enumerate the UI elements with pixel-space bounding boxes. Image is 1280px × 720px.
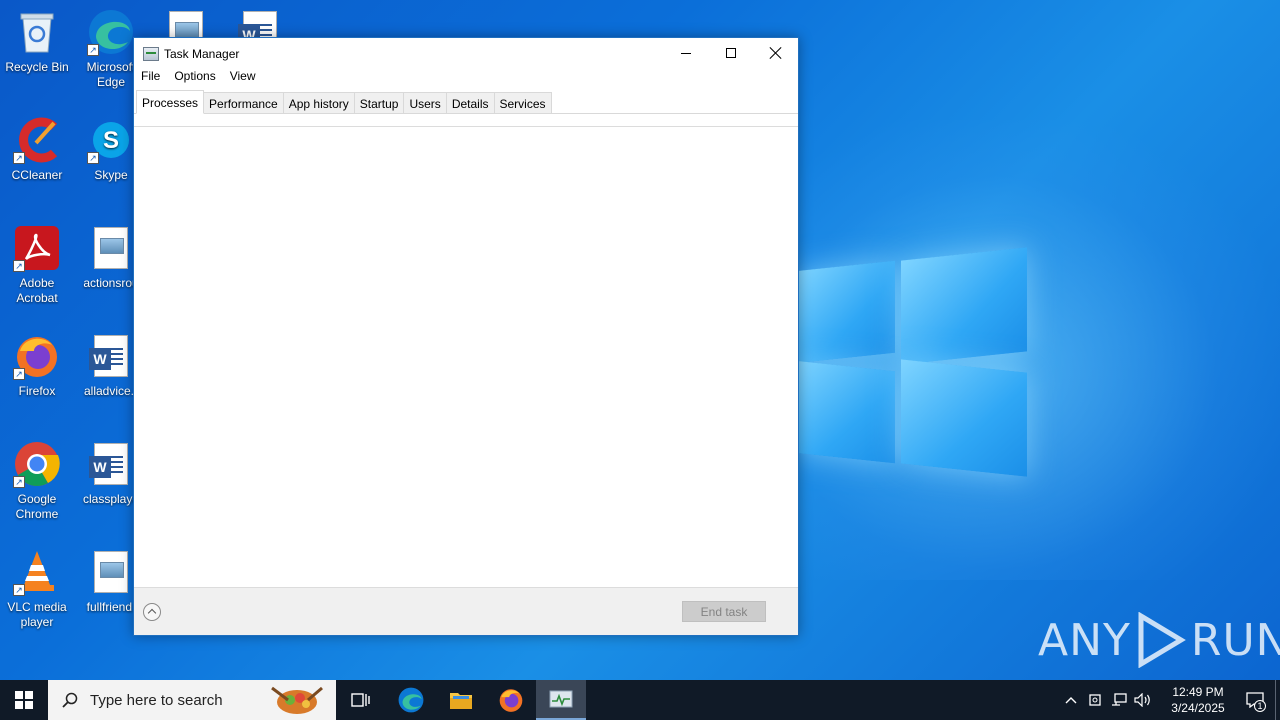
action-center-button[interactable]: 1 — [1235, 680, 1275, 720]
show-desktop-button[interactable] — [1275, 680, 1280, 720]
recycle-bin-icon — [13, 8, 61, 56]
taskbar-firefox-button[interactable] — [486, 680, 536, 720]
taskbar: Type here to search 12:49 PM 3/24/2025 1 — [0, 680, 1280, 720]
network-icon — [1112, 693, 1127, 706]
svg-text:S: S — [103, 127, 119, 154]
shortcut-arrow-icon: ↗ — [13, 260, 25, 272]
watermark-play-icon — [1138, 612, 1186, 668]
desktop-icon-firefox[interactable]: ↗ Firefox — [1, 332, 73, 399]
shortcut-arrow-icon: ↗ — [13, 584, 25, 596]
footer-bar: End task — [134, 587, 798, 635]
volume-icon — [1134, 693, 1150, 707]
clock-time: 12:49 PM — [1172, 685, 1224, 699]
minimize-button[interactable] — [663, 38, 708, 68]
acrobat-icon: ↗ — [13, 224, 61, 272]
task-manager-icon — [143, 46, 159, 61]
menu-bar: File Options View — [134, 69, 798, 87]
tab-processes[interactable]: Processes — [136, 90, 205, 114]
shortcut-arrow-icon: ↗ — [87, 152, 99, 164]
title-bar[interactable]: Task Manager — [134, 38, 798, 69]
taskbar-file-explorer-button[interactable] — [436, 680, 486, 720]
word-document-icon: W — [87, 440, 135, 488]
windows-start-icon — [15, 691, 33, 709]
desktop-icon-recycle-bin[interactable]: Recycle Bin — [1, 8, 73, 75]
task-manager-icon — [549, 690, 573, 708]
device-icon — [1089, 694, 1101, 706]
window-title: Task Manager — [164, 46, 240, 61]
tab-app-history[interactable]: App history — [283, 92, 355, 114]
desktop-icon-label: Recycle Bin — [5, 60, 69, 74]
maximize-button[interactable] — [708, 38, 753, 68]
close-icon — [770, 47, 782, 59]
desktop-icon-label: Google Chrome — [15, 492, 59, 521]
minimize-icon — [680, 52, 691, 54]
task-manager-window[interactable]: Task Manager File Options View Processes… — [133, 37, 799, 636]
desktop-icon-google-chrome[interactable]: ↗ Google Chrome — [1, 440, 73, 522]
tab-startup[interactable]: Startup — [354, 92, 405, 114]
tray-volume-button[interactable] — [1131, 680, 1155, 720]
desktop-icon-label: CCleaner — [11, 168, 63, 182]
watermark-left: ANY — [1038, 614, 1131, 666]
search-placeholder: Type here to search — [90, 691, 223, 709]
tab-performance[interactable]: Performance — [204, 92, 284, 114]
anyrun-watermark: ANY RUN — [1038, 610, 1280, 670]
tray-device-button[interactable] — [1083, 680, 1107, 720]
notification-count-badge: 1 — [1254, 700, 1266, 712]
close-button[interactable] — [753, 38, 798, 68]
firefox-icon — [499, 689, 523, 712]
end-task-button[interactable]: End task — [682, 601, 766, 622]
shortcut-arrow-icon: ↗ — [87, 44, 99, 56]
start-button[interactable] — [0, 680, 48, 720]
task-view-icon — [351, 693, 370, 707]
chrome-icon: ↗ — [13, 440, 61, 488]
clock-date: 3/24/2025 — [1171, 701, 1225, 715]
desktop-icon-vlc[interactable]: ↗ VLC media player — [1, 548, 73, 630]
processes-list[interactable] — [134, 127, 798, 587]
file-explorer-icon — [450, 693, 472, 709]
taskbar-clock[interactable]: 12:49 PM 3/24/2025 — [1161, 684, 1235, 716]
tab-details[interactable]: Details — [446, 92, 495, 114]
watermark-right: RUN — [1190, 614, 1280, 666]
tab-services[interactable]: Services — [494, 92, 552, 114]
ccleaner-icon: ↗ — [13, 116, 61, 164]
image-file-icon — [87, 224, 135, 272]
search-highlight-illustration-icon — [271, 686, 323, 714]
edge-icon: ↗ — [87, 8, 135, 56]
chevron-up-icon — [1065, 697, 1077, 704]
maximize-icon — [725, 48, 736, 58]
menu-view[interactable]: View — [230, 69, 256, 87]
desktop-icon-adobe-acrobat[interactable]: ↗ Adobe Acrobat — [1, 224, 73, 306]
menu-options[interactable]: Options — [174, 69, 215, 87]
fewer-details-button[interactable] — [143, 603, 161, 621]
skype-icon: S ↗ — [87, 116, 135, 164]
taskbar-edge-button[interactable] — [386, 680, 436, 720]
taskbar-task-manager-button[interactable] — [536, 680, 586, 720]
image-file-icon — [87, 548, 135, 596]
system-tray: 12:49 PM 3/24/2025 1 — [1059, 680, 1280, 720]
desktop-icon-label: Firefox — [18, 384, 56, 398]
desktop-icon-ccleaner[interactable]: ↗ CCleaner — [1, 116, 73, 183]
search-icon — [62, 692, 78, 708]
tab-strip: Processes Performance App history Startu… — [134, 90, 798, 114]
firefox-icon: ↗ — [13, 332, 61, 380]
edge-icon — [398, 687, 424, 713]
show-hidden-icons-button[interactable] — [1059, 680, 1083, 720]
shortcut-arrow-icon: ↗ — [13, 476, 25, 488]
desktop-icon-label: Adobe Acrobat — [16, 276, 58, 305]
tab-users[interactable]: Users — [404, 92, 447, 114]
taskbar-search-box[interactable]: Type here to search — [48, 680, 336, 720]
vlc-icon: ↗ — [13, 548, 61, 596]
desktop-icon-label: VLC media player — [7, 600, 67, 629]
shortcut-arrow-icon: ↗ — [13, 152, 25, 164]
tray-network-button[interactable] — [1107, 680, 1131, 720]
word-document-icon: W — [87, 332, 135, 380]
task-view-button[interactable] — [336, 680, 386, 720]
menu-file[interactable]: File — [141, 69, 160, 87]
shortcut-arrow-icon: ↗ — [13, 368, 25, 380]
